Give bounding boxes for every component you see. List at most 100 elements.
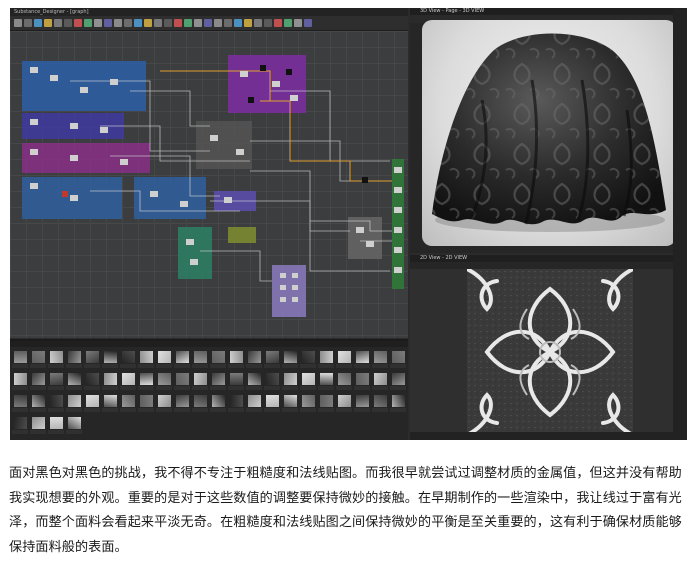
3d-view-panel[interactable]: 3D View - Page - 3D VIEW [410, 8, 687, 253]
toolbar-button[interactable] [104, 19, 112, 27]
toolbar-button[interactable] [44, 19, 52, 27]
library-thumbnail[interactable] [302, 395, 315, 407]
library-thumbnail[interactable] [374, 395, 387, 407]
toolbar-button[interactable] [294, 19, 302, 27]
library-thumbnail[interactable] [248, 351, 261, 363]
library-thumbnail[interactable] [266, 373, 279, 385]
library-thumbnail[interactable] [14, 351, 27, 363]
library-thumbnail[interactable] [140, 373, 153, 385]
toolbar-button[interactable] [94, 19, 102, 27]
library-thumbnail[interactable] [266, 351, 279, 363]
toolbar-button[interactable] [264, 19, 272, 27]
library-thumbnail[interactable] [14, 417, 27, 429]
library-thumbnail[interactable] [122, 351, 135, 363]
toolbar-button[interactable] [24, 19, 32, 27]
library-thumbnail[interactable] [284, 373, 297, 385]
toolbar-button[interactable] [304, 19, 312, 27]
library-thumbnail[interactable] [32, 417, 45, 429]
library-thumbnail[interactable] [212, 351, 225, 363]
toolbar-button[interactable] [74, 19, 82, 27]
library-thumbnail[interactable] [320, 373, 333, 385]
library-thumbnail[interactable] [158, 351, 171, 363]
library-thumbnail[interactable] [356, 395, 369, 407]
library-thumbnail[interactable] [140, 395, 153, 407]
toolbar-button[interactable] [284, 19, 292, 27]
toolbar-button[interactable] [174, 19, 182, 27]
library-thumbnail[interactable] [176, 351, 189, 363]
library-thumbnail[interactable] [230, 395, 243, 407]
library-thumbnail[interactable] [158, 395, 171, 407]
library-thumbnail[interactable] [68, 373, 81, 385]
library-thumbnail[interactable] [86, 351, 99, 363]
library-thumbnail[interactable] [50, 417, 63, 429]
toolbar-button[interactable] [54, 19, 62, 27]
toolbar-button[interactable] [204, 19, 212, 27]
library-thumbnail[interactable] [338, 373, 351, 385]
library-thumbnail[interactable] [194, 395, 207, 407]
toolbar-button[interactable] [124, 19, 132, 27]
library-thumbnail[interactable] [338, 351, 351, 363]
library-thumbnail[interactable] [104, 395, 117, 407]
library-thumbnail[interactable] [104, 373, 117, 385]
toolbar-button[interactable] [194, 19, 202, 27]
library-thumbnail[interactable] [176, 395, 189, 407]
library-thumbnail[interactable] [248, 373, 261, 385]
library-thumbnail[interactable] [50, 373, 63, 385]
library-thumbnail[interactable] [302, 351, 315, 363]
graph-canvas[interactable] [10, 31, 408, 338]
toolbar-button[interactable] [144, 19, 152, 27]
library-thumbnail[interactable] [68, 395, 81, 407]
library-thumbnail[interactable] [194, 373, 207, 385]
2d-view-panel[interactable]: 2D View - 2D VIEW [410, 255, 687, 440]
toolbar-button[interactable] [214, 19, 222, 27]
node-graph[interactable] [10, 31, 408, 338]
graph-editor-panel[interactable]: Substance_Designer - [graph] [10, 8, 408, 338]
library-thumbnail[interactable] [320, 351, 333, 363]
toolbar-button[interactable] [184, 19, 192, 27]
library-thumbnail[interactable] [248, 395, 261, 407]
library-thumbnail[interactable] [392, 351, 405, 363]
library-thumbnail[interactable] [230, 373, 243, 385]
library-thumbnail[interactable] [356, 351, 369, 363]
cloth-render[interactable] [422, 20, 676, 246]
library-thumbnail[interactable] [32, 351, 45, 363]
library-thumbnail[interactable] [86, 395, 99, 407]
library-thumbnail[interactable] [392, 395, 405, 407]
toolbar-button[interactable] [114, 19, 122, 27]
library-thumbnail[interactable] [374, 373, 387, 385]
library-thumbnail[interactable] [50, 351, 63, 363]
library-thumbnail[interactable] [50, 395, 63, 407]
library-thumbnail[interactable] [122, 395, 135, 407]
right-toolbar[interactable] [673, 8, 687, 440]
library-thumbnail[interactable] [104, 351, 117, 363]
library-thumbnail[interactable] [32, 395, 45, 407]
library-thumbnail[interactable] [32, 373, 45, 385]
toolbar-button[interactable] [244, 19, 252, 27]
library-thumbnail[interactable] [320, 395, 333, 407]
toolbar-button[interactable] [274, 19, 282, 27]
library-thumbnail[interactable] [302, 373, 315, 385]
toolbar-button[interactable] [224, 19, 232, 27]
library-thumbnail[interactable] [284, 351, 297, 363]
library-thumbnail[interactable] [122, 373, 135, 385]
library-thumbnail[interactable] [266, 395, 279, 407]
library-thumbnail[interactable] [14, 395, 27, 407]
library-thumbnail[interactable] [158, 373, 171, 385]
library-thumbnail[interactable] [374, 351, 387, 363]
toolbar-button[interactable] [34, 19, 42, 27]
library-thumbnail[interactable] [140, 351, 153, 363]
library-thumbnail[interactable] [338, 395, 351, 407]
library-thumbnail[interactable] [68, 417, 81, 429]
library-thumbnail[interactable] [14, 373, 27, 385]
library-thumbnail[interactable] [68, 351, 81, 363]
toolbar-button[interactable] [164, 19, 172, 27]
library-thumbnail[interactable] [194, 351, 207, 363]
toolbar-button[interactable] [64, 19, 72, 27]
library-thumbnail[interactable] [284, 395, 297, 407]
library-thumbnail[interactable] [212, 373, 225, 385]
library-thumbnail[interactable] [86, 373, 99, 385]
toolbar-button[interactable] [14, 19, 22, 27]
toolbar-button[interactable] [254, 19, 262, 27]
library-thumbnail[interactable] [230, 351, 243, 363]
toolbar-button[interactable] [134, 19, 142, 27]
